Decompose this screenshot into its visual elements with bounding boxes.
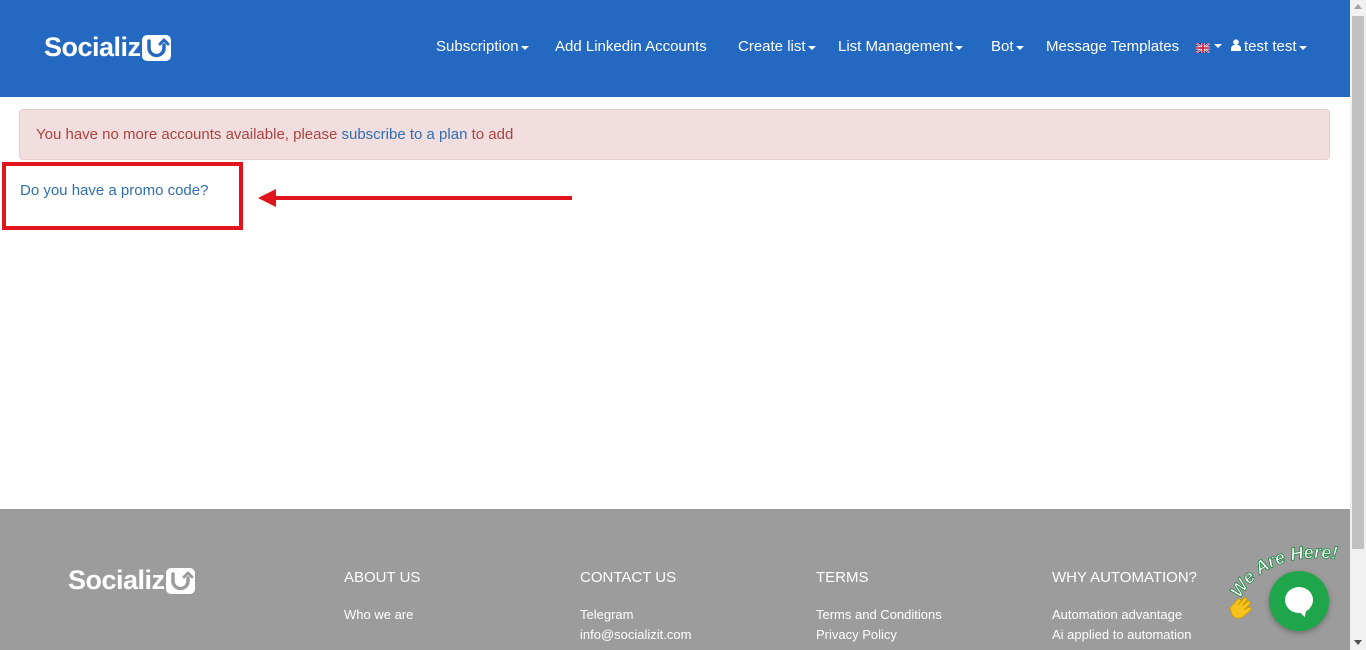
footer-link-who-we-are[interactable]: Who we are <box>344 608 420 622</box>
footer-col-title: TERMS <box>816 569 869 586</box>
nav-create-list[interactable]: Create list <box>738 38 816 55</box>
footer-col-title: WHY AUTOMATION? <box>1052 569 1198 586</box>
red-arrow-icon <box>258 189 572 207</box>
footer-col-title: ABOUT US <box>344 569 421 586</box>
caret-down-icon <box>955 45 964 50</box>
nav-message-templates[interactable]: Message Templates <box>1046 38 1179 55</box>
footer-col-terms: TERMS Terms and Conditions Privacy Polic… <box>816 569 942 648</box>
nav-user-menu[interactable]: test test <box>1231 38 1307 55</box>
footer-link-terms[interactable]: Terms and Conditions <box>816 608 942 622</box>
waving-hand-icon <box>1226 594 1254 626</box>
caret-down-icon <box>1214 44 1222 48</box>
alert-text-before: You have no more accounts available, ple… <box>36 126 342 143</box>
promo-code-link[interactable]: Do you have a promo code? <box>20 182 208 199</box>
nav-subscription[interactable]: Subscription <box>436 38 529 55</box>
nav-message-templates-label: Message Templates <box>1046 38 1180 55</box>
page-scrollbar[interactable] <box>1350 0 1366 650</box>
caret-down-icon <box>1015 45 1024 50</box>
nav-list-management-label: List Management <box>838 38 954 55</box>
nav-add-linkedin-accounts[interactable]: Add Linkedin Accounts <box>555 38 707 55</box>
caret-down-icon <box>807 45 816 50</box>
nav-create-list-label: Create list <box>738 38 806 55</box>
nav-bot[interactable]: Bot <box>991 38 1024 55</box>
nav-subscription-label: Subscription <box>436 38 519 55</box>
brand-name: Socializ <box>44 32 141 62</box>
footer-col-title: CONTACT US <box>580 569 677 586</box>
nav-add-linkedin-label: Add Linkedin Accounts <box>555 38 707 55</box>
user-icon <box>1231 38 1241 55</box>
uk-flag-icon <box>1195 40 1211 54</box>
chat-open-button[interactable] <box>1269 571 1329 631</box>
subscribe-plan-link[interactable]: subscribe to a plan <box>342 126 468 143</box>
caret-down-icon <box>520 45 529 50</box>
footer-link-privacy[interactable]: Privacy Policy <box>816 628 942 642</box>
scroll-up-icon[interactable] <box>1354 4 1362 9</box>
no-accounts-alert: You have no more accounts available, ple… <box>19 109 1330 160</box>
footer-col-contact: CONTACT US Telegram info@socializit.com <box>580 569 691 648</box>
nav-bot-label: Bot <box>991 38 1014 55</box>
logo-mark-icon <box>165 567 195 594</box>
footer-col-why-automation: WHY AUTOMATION? Automation advantage Ai … <box>1052 569 1197 648</box>
footer-col-about: ABOUT US Who we are <box>344 569 420 628</box>
alert-text-after: to add <box>467 126 514 143</box>
scroll-down-icon[interactable] <box>1354 640 1362 645</box>
brand-logo[interactable]: Socializ <box>44 32 171 63</box>
footer-link-email[interactable]: info@socializit.com <box>580 628 691 642</box>
nav-list-management[interactable]: List Management <box>838 38 964 55</box>
nav-language[interactable] <box>1195 40 1222 54</box>
caret-down-icon <box>1298 45 1307 50</box>
footer-brand-logo[interactable]: Socializ <box>68 565 195 596</box>
user-name: test test <box>1244 38 1297 55</box>
footer-link-automation-advantage[interactable]: Automation advantage <box>1052 608 1197 622</box>
top-navbar: Socializ Subscription Add Linkedin Accou… <box>0 0 1350 97</box>
scrollbar-thumb[interactable] <box>1352 16 1364 549</box>
footer-link-ai-automation[interactable]: Ai applied to automation <box>1052 628 1197 642</box>
footer-brand-name: Socializ <box>68 565 165 595</box>
logo-mark-icon <box>141 34 171 61</box>
footer-link-telegram[interactable]: Telegram <box>580 608 691 622</box>
